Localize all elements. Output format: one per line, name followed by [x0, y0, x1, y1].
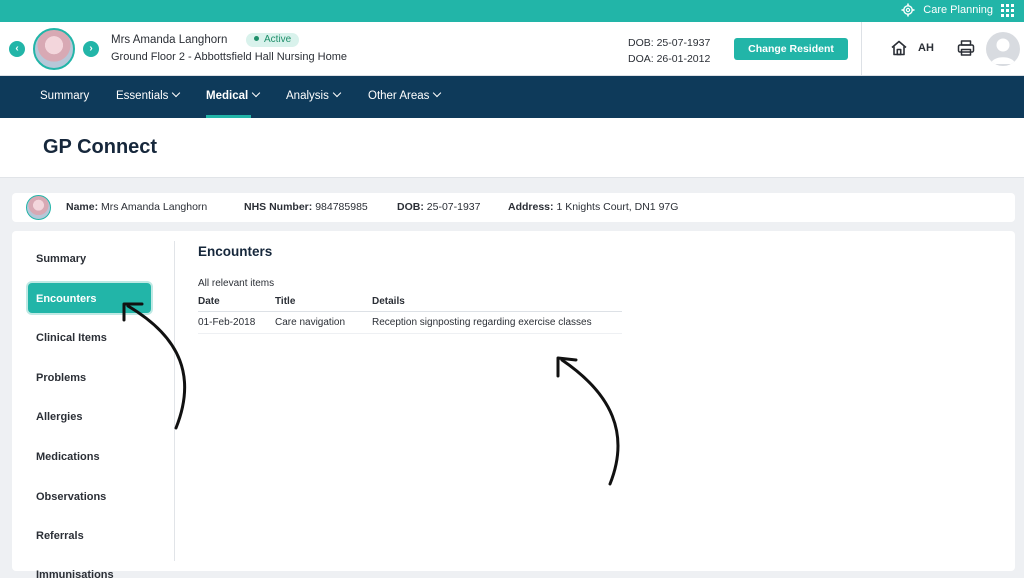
user-avatar[interactable] — [986, 32, 1020, 66]
resident-location: Ground Floor 2 - Abbottsfield Hall Nursi… — [111, 51, 347, 63]
cell-date: 01-Feb-2018 — [198, 311, 275, 334]
main-nav: Summary Essentials Medical Analysis Othe… — [0, 76, 1024, 118]
chevron-down-icon — [251, 88, 261, 98]
nav-summary-label: Summary — [40, 90, 90, 102]
side-item-clinical-items[interactable]: Clinical Items — [36, 332, 107, 344]
user-initials[interactable]: AH — [918, 42, 934, 54]
patient-nhs: NHS Number: 984785985 — [244, 201, 368, 213]
table-header-row: Date Title Details — [198, 293, 622, 312]
patient-nhs-value: 984785985 — [315, 201, 368, 213]
prev-resident-button[interactable]: ‹ — [9, 41, 25, 57]
table-row[interactable]: 01-Feb-2018 Care navigation Reception si… — [198, 311, 622, 334]
print-icon[interactable] — [957, 39, 975, 62]
doa-line: DOA: 26-01-2012 — [628, 53, 711, 65]
nav-medical-label: Medical — [206, 90, 249, 102]
side-item-problems[interactable]: Problems — [36, 372, 86, 384]
resident-avatar — [33, 28, 75, 70]
side-menu: Summary Encounters Clinical Items Proble… — [12, 231, 174, 578]
column-header-details: Details — [372, 293, 622, 312]
page-header: GP Connect — [0, 118, 1024, 178]
nav-analysis-label: Analysis — [286, 90, 329, 102]
next-resident-button[interactable]: › — [83, 41, 99, 57]
nav-other-areas[interactable]: Other Areas — [368, 88, 442, 102]
chevron-down-icon — [332, 88, 342, 98]
dob-line: DOB: 25-07-1937 — [628, 37, 711, 49]
gear-icon[interactable] — [901, 3, 915, 17]
section-label[interactable]: Care Planning — [923, 4, 993, 16]
nav-analysis[interactable]: Analysis — [286, 88, 342, 102]
status-dot-icon — [254, 36, 259, 41]
change-resident-button[interactable]: Change Resident — [734, 38, 848, 60]
chevron-down-icon — [172, 88, 181, 98]
patient-dob: DOB: 25-07-1937 — [397, 201, 480, 213]
patient-name: Name: Mrs Amanda Langhorn — [66, 201, 207, 213]
patient-name-label: Name: — [66, 201, 99, 213]
patient-dob-label: DOB: — [397, 201, 424, 213]
content-card: Summary Encounters Clinical Items Proble… — [12, 231, 1015, 578]
side-item-observations[interactable]: Observations — [36, 491, 106, 503]
side-divider — [174, 241, 175, 561]
patient-address-label: Address: — [508, 201, 554, 213]
side-item-referrals[interactable]: Referrals — [36, 530, 84, 542]
patient-address-value: 1 Knights Court, DN1 97G — [556, 201, 679, 213]
status-badge: Active — [246, 33, 300, 47]
nav-medical[interactable]: Medical — [206, 88, 261, 102]
resident-name: Mrs Amanda Langhorn — [111, 34, 228, 46]
chevron-down-icon — [433, 88, 442, 98]
nav-essentials-label: Essentials — [116, 90, 169, 102]
home-icon[interactable] — [890, 39, 908, 62]
page-title: GP Connect — [43, 136, 158, 158]
nav-essentials[interactable]: Essentials — [116, 88, 181, 102]
top-bar: Care Planning — [0, 0, 1024, 22]
resident-header: ‹ › Mrs Amanda Langhorn Active Ground Fl… — [0, 22, 1024, 76]
patient-address: Address: 1 Knights Court, DN1 97G — [508, 201, 678, 213]
encounters-title: Encounters — [198, 244, 273, 259]
side-item-immunisations[interactable]: Immunisations — [36, 569, 114, 578]
side-item-allergies[interactable]: Allergies — [36, 411, 82, 423]
column-header-date: Date — [198, 293, 275, 312]
patient-dob-value: 25-07-1937 — [426, 201, 481, 213]
side-item-encounters[interactable]: Encounters — [28, 283, 151, 313]
nav-other-areas-label: Other Areas — [368, 90, 430, 102]
patient-strip: Name: Mrs Amanda Langhorn NHS Number: 98… — [12, 193, 1015, 222]
cell-details: Reception signposting regarding exercise… — [372, 311, 622, 334]
side-item-summary[interactable]: Summary — [36, 253, 86, 265]
patient-avatar — [26, 195, 51, 220]
header-divider — [861, 22, 862, 76]
top-bar-right: Care Planning — [901, 3, 1014, 17]
status-text: Active — [264, 34, 292, 45]
column-header-title: Title — [275, 293, 372, 312]
encounters-table: Date Title Details 01-Feb-2018 Care navi… — [198, 293, 622, 334]
nav-summary[interactable]: Summary — [40, 90, 89, 102]
resident-dates: DOB: 25-07-1937 DOA: 26-01-2012 — [628, 35, 710, 67]
side-item-medications[interactable]: Medications — [36, 451, 100, 463]
patient-name-value: Mrs Amanda Langhorn — [101, 201, 208, 213]
patient-nhs-label: NHS Number: — [244, 201, 313, 213]
grid-icon[interactable] — [1001, 3, 1014, 17]
cell-title: Care navigation — [275, 311, 372, 334]
encounters-subtitle: All relevant items — [198, 278, 275, 289]
